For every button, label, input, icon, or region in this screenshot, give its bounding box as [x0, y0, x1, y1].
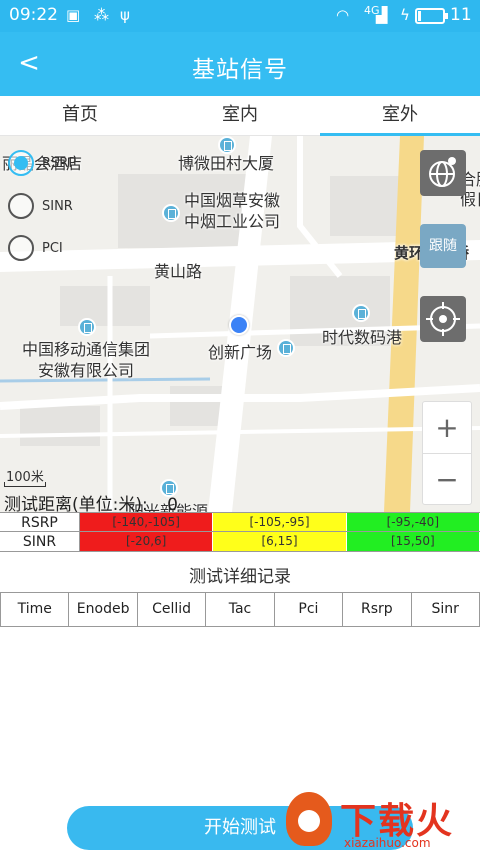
- radio-button-sinr[interactable]: [8, 193, 34, 219]
- locate-button[interactable]: [420, 296, 466, 342]
- watermark-url: xiazaihuo.com: [344, 836, 431, 850]
- test-distance: 测试距离(单位:米): 0: [4, 490, 178, 512]
- radio-label-rsrp: RSRP: [42, 155, 77, 171]
- signal-icon: ▟: [376, 6, 388, 24]
- image-icon: ▣: [66, 6, 81, 24]
- wifi-icon: ◠: [336, 6, 350, 24]
- battery-icon: [415, 8, 448, 24]
- legend-range-bad: [-140,-105]: [80, 513, 214, 531]
- legend-range-good: [-95,-40]: [346, 513, 480, 531]
- map-label-digital: 时代数码港: [322, 328, 403, 347]
- radio-label-sinr: SINR: [42, 198, 73, 214]
- poi-icon: [78, 318, 96, 336]
- charging-icon: ϟ: [400, 6, 410, 24]
- usb-icon: ψ: [120, 6, 130, 24]
- legend-name: RSRP: [0, 513, 80, 531]
- flame-icon: [286, 792, 332, 846]
- map-label-tobacco: 中国烟草安徽 中烟工业公司: [184, 191, 281, 231]
- legend-range-bad: [-20,6]: [80, 532, 214, 551]
- map-label-building: 博微田村大厦: [178, 154, 275, 173]
- legend-range-good: [15,50]: [346, 532, 480, 551]
- radio-label-pci: PCI: [42, 240, 63, 256]
- poi-icon: [277, 339, 295, 357]
- radio-option-sinr[interactable]: SINR: [8, 193, 73, 219]
- legend-row-sinr: SINR [-20,6] [6,15] [15,50]: [0, 532, 480, 552]
- test-distance-label: 测试距离(单位:米):: [4, 495, 148, 512]
- legend-range-medium: [-105,-95]: [213, 513, 347, 531]
- radio-button-pci[interactable]: [8, 235, 34, 261]
- poi-icon: [162, 204, 180, 222]
- tab-home[interactable]: 首页: [0, 96, 160, 135]
- column-header-pci: Pci: [275, 593, 344, 626]
- map-scale-bar: [4, 482, 46, 487]
- radio-button-rsrp[interactable]: [8, 150, 34, 176]
- records-table-header: Time Enodeb Cellid Tac Pci Rsrp Sinr: [0, 592, 480, 627]
- globe-button[interactable]: [420, 150, 466, 196]
- legend-range-medium: [6,15]: [213, 532, 347, 551]
- column-header-enodeb: Enodeb: [69, 593, 138, 626]
- test-distance-value: 0: [167, 495, 178, 512]
- locate-icon: [426, 302, 460, 336]
- zoom-in-button[interactable]: +: [423, 402, 471, 453]
- radio-option-pci[interactable]: PCI: [8, 235, 63, 261]
- signal-legend: RSRP [-140,-105] [-105,-95] [-95,-40] SI…: [0, 512, 480, 552]
- map-label-china-mobile: 中国移动通信集团 安徽有限公司: [22, 340, 151, 380]
- page-title: 基站信号: [192, 57, 288, 83]
- column-header-sinr: Sinr: [412, 593, 480, 626]
- map-label-road: 黄山路: [154, 262, 203, 281]
- column-header-time: Time: [0, 593, 70, 626]
- records-title: 测试详细记录: [189, 567, 291, 587]
- map-view[interactable]: 丽晶会酒店 博微田村大厦 中国烟草安徽 中烟工业公司 黄山路 中国移动通信集团 …: [0, 136, 480, 512]
- battery-percent: 11: [450, 5, 472, 25]
- map-label-plaza: 创新广场: [208, 343, 273, 362]
- follow-button[interactable]: 跟随: [420, 224, 466, 268]
- status-bar: 09:22 ▣ ⁂ ψ ◠ 4G ▟ ϟ 11: [0, 0, 480, 32]
- tab-indoor[interactable]: 室内: [160, 96, 320, 135]
- column-header-rsrp: Rsrp: [343, 593, 412, 626]
- zoom-out-button[interactable]: −: [423, 453, 471, 504]
- share-icon: ⁂: [94, 6, 109, 24]
- poi-icon: [352, 304, 370, 322]
- zoom-control: + −: [422, 401, 472, 505]
- tab-bar: 首页 室内 室外: [0, 96, 480, 136]
- legend-name: SINR: [0, 532, 80, 551]
- globe-icon: [429, 157, 456, 187]
- current-location-marker: [229, 315, 249, 335]
- column-header-cellid: Cellid: [138, 593, 207, 626]
- status-time: 09:22: [9, 5, 58, 25]
- title-bar: < 基站信号: [0, 32, 480, 96]
- legend-row-rsrp: RSRP [-140,-105] [-105,-95] [-95,-40]: [0, 512, 480, 532]
- tab-outdoor[interactable]: 室外: [320, 96, 480, 136]
- column-header-tac: Tac: [206, 593, 275, 626]
- watermark-logo: 下载火 xiazaihuo.com: [282, 788, 480, 853]
- radio-option-rsrp[interactable]: RSRP: [8, 150, 76, 176]
